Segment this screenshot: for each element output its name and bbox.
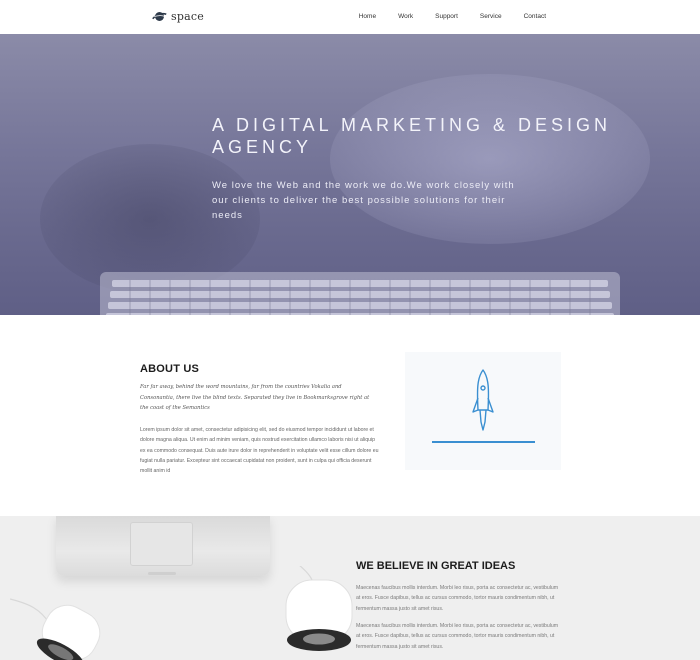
believe-section: WE BELIEVE IN GREAT IDEAS Maecenas fauci… — [0, 516, 700, 660]
site-header: space Home Work Support Service Contact — [0, 0, 700, 34]
believe-paragraph: Maecenas faucibus mollis interdum. Morbi… — [356, 623, 559, 650]
logo[interactable]: space — [152, 9, 204, 24]
speaker-image-left — [10, 598, 101, 660]
nav-service[interactable]: Service — [480, 13, 502, 20]
hero-subtitle: We love the Web and the work we do.We wo… — [212, 180, 515, 221]
logo-text: space — [171, 10, 204, 23]
hero-section: A DIGITAL MARKETING & DESIGN AGENCY We l… — [0, 34, 700, 315]
about-illustration — [405, 352, 561, 470]
nav-home[interactable]: Home — [359, 13, 376, 20]
laptop-trackpad — [130, 522, 193, 566]
about-lead: Far far away, behind the word mountains,… — [140, 384, 370, 411]
laptop-image — [56, 516, 270, 576]
believe-title: WE BELIEVE IN GREAT IDEAS — [356, 560, 516, 572]
about-body: Lorem ipsum dolor sit amet, consectetur … — [140, 427, 379, 475]
planet-icon — [152, 12, 167, 21]
nav-contact[interactable]: Contact — [524, 13, 546, 20]
rocket-icon — [472, 369, 494, 431]
about-title: ABOUT US — [140, 363, 200, 375]
nav-support[interactable]: Support — [435, 13, 458, 20]
speaker-image-right — [285, 566, 353, 651]
illustration-ground-line — [432, 441, 535, 443]
keyboard-image — [100, 272, 620, 315]
nav-work[interactable]: Work — [398, 13, 413, 20]
laptop-notch — [148, 572, 176, 575]
believe-paragraph: Maecenas faucibus mollis interdum. Morbi… — [356, 585, 559, 612]
main-nav: Home Work Support Service Contact — [337, 13, 546, 20]
hero-title: A DIGITAL MARKETING & DESIGN AGENCY — [212, 115, 612, 157]
